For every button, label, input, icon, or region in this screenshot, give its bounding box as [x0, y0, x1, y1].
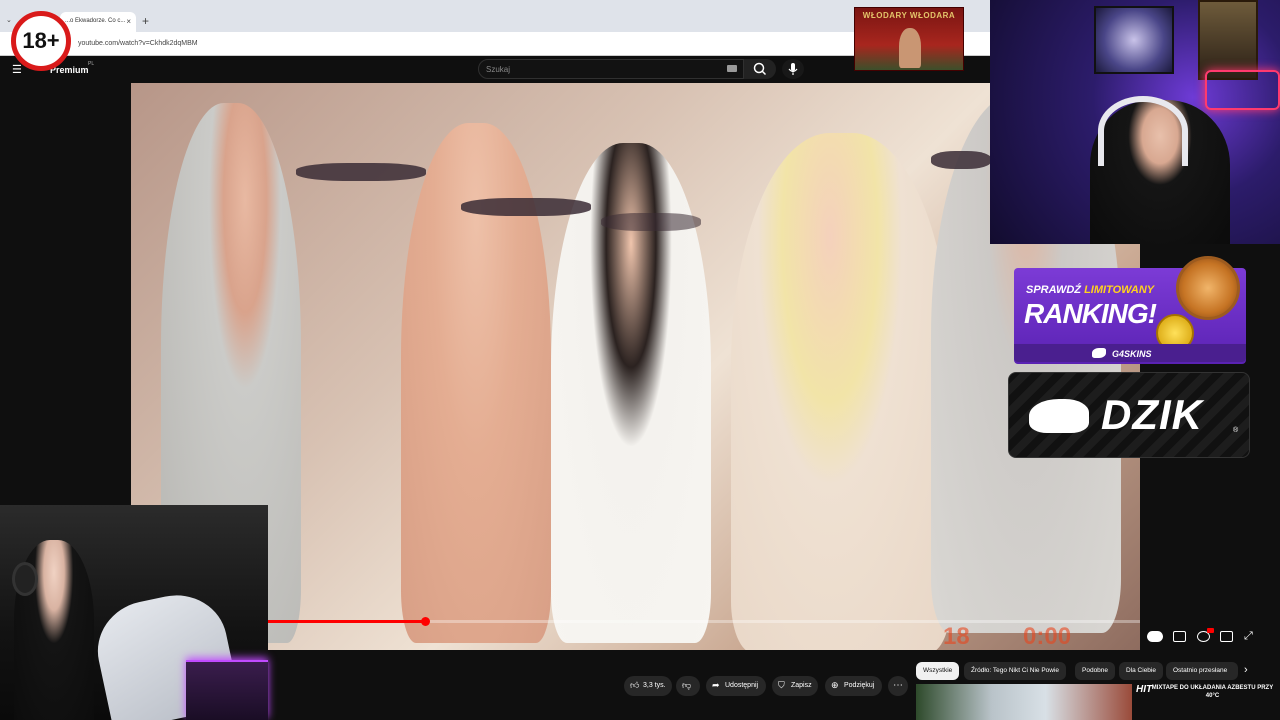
progress-played — [268, 620, 425, 623]
hd-badge — [1207, 628, 1214, 633]
super-thanks-icon: ⊕ — [831, 680, 839, 690]
new-tab-icon[interactable]: + — [142, 14, 149, 28]
promo-brand: G4SKINS — [1112, 349, 1152, 359]
progress-bar[interactable] — [268, 617, 1140, 626]
boar-logo-icon — [1092, 348, 1106, 358]
save-button[interactable]: ⛉ Zapisz — [772, 676, 818, 696]
chip-for-you[interactable]: Dla Ciebie — [1119, 662, 1163, 680]
progress-scrubber[interactable] — [420, 617, 430, 626]
bookmark-icon: ⛉ — [778, 680, 785, 690]
thanks-button[interactable]: ⊕ Podziękuj — [825, 676, 882, 696]
youtube-header: ☰ Premium PL Szukaj — [0, 56, 990, 83]
search-button[interactable] — [744, 59, 776, 79]
channel-logo-text: WŁODARY WŁODARA — [862, 11, 956, 20]
chip-similar[interactable]: Podobne — [1075, 662, 1116, 680]
screen: ⌄ ...o Ekwadorze. Co c... × + youtube.co… — [0, 0, 1280, 720]
address-bar[interactable]: youtube.com/watch?v=Ckhdk2dqMBM — [0, 32, 990, 56]
promo-title: RANKING! — [1024, 298, 1157, 329]
search-icon — [753, 62, 767, 76]
search-placeholder: Szukaj — [486, 65, 511, 74]
boar-icon — [1029, 399, 1089, 433]
neon-sign — [1205, 70, 1280, 110]
like-count: 3,3 tys. — [643, 682, 666, 689]
microphone-icon — [788, 63, 798, 75]
channel-logo: WŁODARY WŁODARA — [854, 7, 964, 71]
menu-icon[interactable]: ☰ — [12, 63, 22, 76]
vinyl-poster — [1094, 6, 1174, 74]
voice-search-button[interactable] — [782, 59, 804, 79]
thumbs-up-icon: 👍︎ — [630, 680, 640, 690]
tab-search-icon[interactable]: ⌄ — [6, 16, 12, 24]
channel-logo-figure — [899, 28, 921, 68]
chip-recently-uploaded[interactable]: Ostatnio przesłane — [1166, 662, 1238, 680]
thumbs-down-icon: 👎︎ — [682, 680, 692, 690]
miniplayer-icon[interactable] — [1220, 631, 1233, 642]
sunglasses — [296, 163, 426, 181]
age-restriction-badge: 18+ — [11, 11, 71, 71]
sponsor-brand-name: DZIK — [1101, 391, 1203, 438]
video-person — [731, 133, 951, 650]
close-icon[interactable]: × — [126, 17, 131, 26]
sunglasses — [461, 198, 591, 216]
promo-headline: SPRAWDŹ LIMITOWANY — [1026, 284, 1154, 296]
browser-tab[interactable]: ...o Ekwadorze. Co c... × — [60, 12, 136, 32]
related-video-title[interactable]: MIXTAPE DO UKŁADANIA AZBESTU PRZY 40°C — [1150, 685, 1275, 700]
sponsor-dzik-banner: DZIK ® — [1008, 372, 1250, 458]
promo-headline-highlight: LIMITOWANY — [1084, 284, 1155, 296]
subtitles-icon[interactable] — [1173, 631, 1186, 642]
share-button[interactable]: ➦ Udostępnij — [706, 676, 766, 696]
search-input[interactable]: Szukaj — [478, 59, 744, 79]
fullscreen-icon[interactable]: ⤢ — [1244, 631, 1257, 642]
more-actions-button[interactable]: ⋯ — [888, 676, 908, 696]
photo-date-stamp-number: 18 — [943, 623, 970, 650]
sunglasses — [931, 151, 991, 169]
rgb-keyboard — [186, 660, 268, 720]
promo-headline-prefix: SPRAWDŹ — [1026, 284, 1085, 296]
like-button[interactable]: 👍︎ 3,3 tys. — [624, 676, 672, 696]
share-arrow-icon: ➦ — [712, 680, 720, 690]
dislike-button[interactable]: 👎︎ — [676, 676, 700, 696]
video-player[interactable]: 18 0:00 — [131, 83, 1140, 650]
headset-icon — [1098, 96, 1188, 166]
url-text[interactable]: youtube.com/watch?v=Ckhdk2dqMBM — [78, 40, 198, 47]
autoplay-toggle-icon[interactable] — [1147, 631, 1163, 642]
sponsor-promo-banner: SPRAWDŹ LIMITOWANY RANKING! G4SKINS — [1008, 256, 1252, 366]
related-video-thumbnail[interactable] — [916, 684, 1132, 720]
logo-region: PL — [88, 61, 95, 67]
photo-date-stamp-time: 0:00 — [1023, 623, 1072, 650]
thanks-label: Podziękuj — [844, 682, 875, 689]
sunglasses — [601, 213, 701, 231]
medal-icon — [1176, 256, 1240, 320]
browser-tabbar: ⌄ ...o Ekwadorze. Co c... × + — [0, 0, 990, 32]
share-label: Udostępnij — [725, 682, 759, 689]
keyboard-icon[interactable] — [727, 65, 737, 72]
tab-title: ...o Ekwadorze. Co c... — [65, 18, 126, 24]
chevron-right-icon[interactable]: › — [1244, 664, 1248, 676]
painting-poster — [1198, 0, 1258, 80]
save-label: Zapisz — [791, 682, 812, 689]
chip-source[interactable]: Źródło: Tego Nikt Ci Nie Powie — [964, 662, 1067, 680]
registered-mark: ® — [1233, 427, 1239, 434]
chip-all[interactable]: Wszystkie — [916, 662, 960, 680]
headset-icon — [12, 562, 38, 596]
